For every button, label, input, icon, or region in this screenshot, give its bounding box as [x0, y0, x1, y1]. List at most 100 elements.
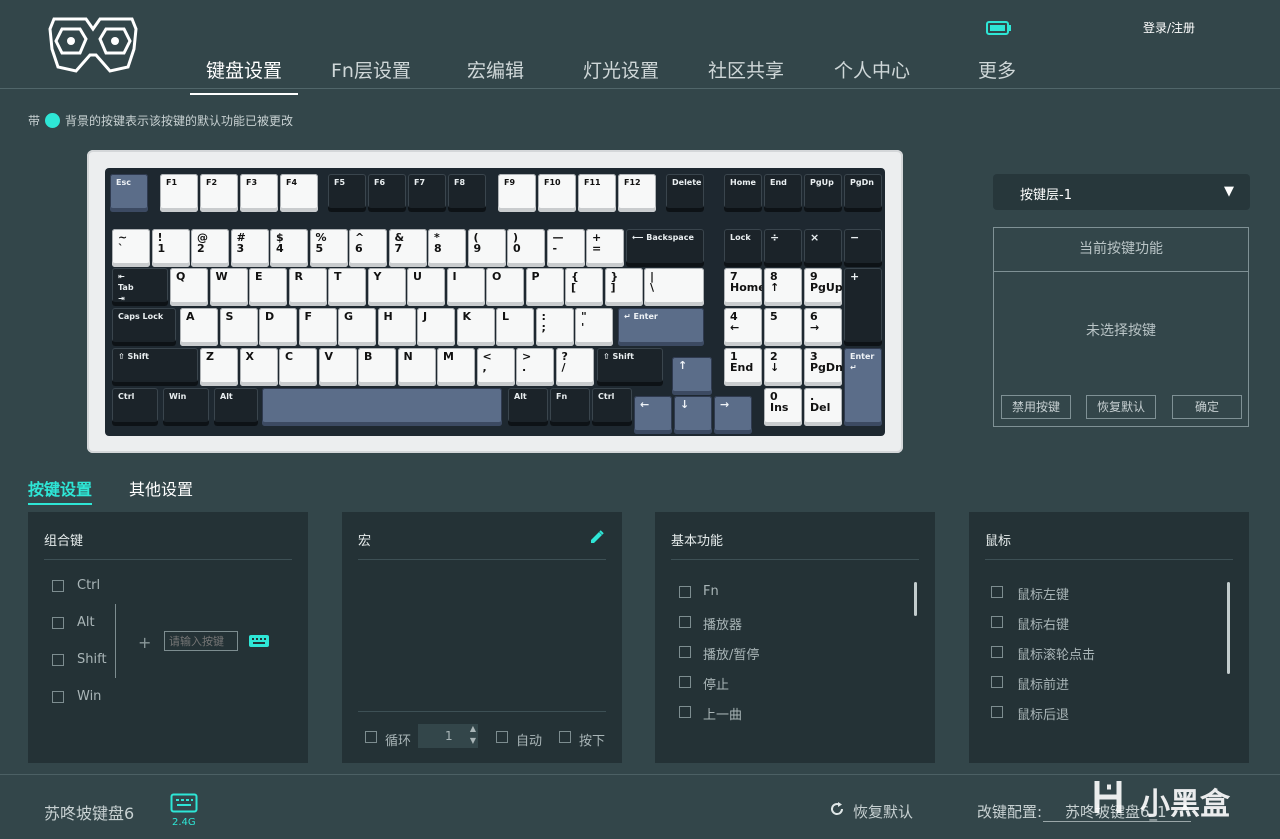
key-a-1[interactable]: A	[180, 308, 218, 346]
key-f5[interactable]: F5	[328, 174, 366, 212]
key-a-8[interactable]: K	[456, 308, 495, 346]
restore-default-link[interactable]: 恢复默认	[853, 801, 913, 822]
key-f3[interactable]: F3	[240, 174, 278, 212]
key-capslock[interactable]: Caps Lock	[112, 308, 176, 346]
stepper-down-icon[interactable]: ▼	[470, 736, 476, 745]
key-np6[interactable]: 6 →	[804, 308, 842, 346]
mouse-left-checkbox[interactable]	[991, 586, 1003, 598]
key-home[interactable]: Home	[724, 174, 762, 212]
key-right[interactable]: →	[714, 396, 752, 434]
refresh-icon[interactable]	[830, 802, 844, 816]
key-q-6[interactable]: Y	[367, 268, 406, 306]
key-q-11[interactable]: { [	[565, 268, 603, 306]
key-lctrl[interactable]: Ctrl	[112, 388, 158, 426]
key-num-1[interactable]: ! 1	[151, 229, 190, 267]
key-np2[interactable]: 2 ↓	[764, 348, 802, 386]
key-numlock[interactable]: Lock	[724, 229, 762, 267]
stop-checkbox[interactable]	[679, 676, 691, 688]
key-f6[interactable]: F6	[368, 174, 406, 212]
mouse-wheel-checkbox[interactable]	[991, 646, 1003, 658]
key-np-dot[interactable]: . Del	[804, 388, 842, 426]
stepper-up-icon[interactable]: ▲	[470, 724, 476, 733]
key-num-4[interactable]: $ 4	[270, 229, 308, 267]
key-np3[interactable]: 3 PgDn	[804, 348, 842, 386]
key-a-4[interactable]: F	[298, 308, 337, 346]
disable-key-button[interactable]: 禁用按键	[1001, 395, 1071, 419]
key-a-9[interactable]: L	[496, 308, 534, 346]
key-q-12[interactable]: } ]	[604, 268, 643, 306]
key-q-8[interactable]: I	[446, 268, 485, 306]
key-num-8[interactable]: * 8	[428, 229, 466, 267]
key-ralt[interactable]: Alt	[508, 388, 548, 426]
key-backslash[interactable]: | \	[644, 268, 704, 306]
press-checkbox[interactable]	[559, 731, 571, 743]
key-f11[interactable]: F11	[578, 174, 616, 212]
key-q-3[interactable]: E	[249, 268, 287, 306]
shift-checkbox[interactable]	[52, 654, 64, 666]
play-pause-checkbox[interactable]	[679, 646, 691, 658]
key-pgup[interactable]: PgUp	[804, 174, 842, 212]
mouse-back-checkbox[interactable]	[991, 706, 1003, 718]
key-plus[interactable]: +	[844, 268, 882, 346]
key-np9[interactable]: 9 PgUp	[804, 268, 842, 306]
key-num-5[interactable]: % 5	[309, 229, 348, 267]
key-a-10[interactable]: : ;	[535, 308, 574, 346]
key-down[interactable]: ↓	[674, 396, 712, 434]
key-rctrl[interactable]: Ctrl	[592, 388, 632, 426]
key-num-11[interactable]: — -	[546, 229, 585, 267]
key-num-6[interactable]: ^ 6	[349, 229, 387, 267]
key-esc[interactable]: Esc	[110, 174, 148, 212]
key-z-3[interactable]: C	[279, 348, 317, 386]
key-np-enter[interactable]: Enter ↵	[844, 348, 882, 426]
key-f1[interactable]: F1	[160, 174, 198, 212]
key-q-1[interactable]: Q	[170, 268, 208, 306]
wireless-keyboard-icon[interactable]	[170, 793, 198, 813]
key-z-7[interactable]: M	[437, 348, 475, 386]
key-np8[interactable]: 8 ↑	[764, 268, 802, 306]
loop-count-stepper[interactable]: 1 ▲ ▼	[418, 724, 478, 748]
keyboard-icon[interactable]	[248, 634, 270, 648]
key-np1[interactable]: 1 End	[724, 348, 762, 386]
key-np0[interactable]: 0 Ins	[764, 388, 802, 426]
key-f7[interactable]: F7	[408, 174, 446, 212]
key-a-2[interactable]: S	[219, 308, 258, 346]
key-z-8[interactable]: < ,	[476, 348, 515, 386]
key-end[interactable]: End	[764, 174, 802, 212]
key-pgdn[interactable]: PgDn	[844, 174, 882, 212]
layer-select[interactable]: 按键层-1 ▼	[993, 174, 1250, 210]
pencil-icon[interactable]	[590, 530, 604, 544]
key-f10[interactable]: F10	[538, 174, 576, 212]
key-left[interactable]: ←	[634, 396, 672, 434]
key-z-1[interactable]: Z	[200, 348, 238, 386]
key-z-4[interactable]: V	[318, 348, 357, 386]
tab-keyboard-settings[interactable]: 键盘设置	[189, 56, 299, 95]
fn-checkbox[interactable]	[679, 586, 691, 598]
subtab-key-settings[interactable]: 按键设置	[28, 476, 93, 505]
key-num-3[interactable]: # 3	[230, 229, 269, 267]
loop-checkbox[interactable]	[365, 731, 377, 743]
tab-more[interactable]: 更多	[978, 56, 1016, 83]
tab-fn-layer[interactable]: Fn层设置	[331, 56, 411, 83]
confirm-button[interactable]: 确定	[1172, 395, 1242, 419]
key-enter[interactable]: ↵ Enter	[618, 308, 704, 346]
key-num-7[interactable]: & 7	[388, 229, 427, 267]
key-win[interactable]: Win	[163, 388, 209, 426]
key-divide[interactable]: ÷	[764, 229, 802, 267]
key-num-2[interactable]: @ 2	[191, 229, 229, 267]
key-f4[interactable]: F4	[280, 174, 318, 212]
key-q-7[interactable]: U	[407, 268, 445, 306]
tab-personal[interactable]: 个人中心	[834, 56, 910, 83]
key-lshift[interactable]: ⇧ Shift	[112, 348, 198, 386]
tab-lighting[interactable]: 灯光设置	[583, 56, 659, 83]
key-f12[interactable]: F12	[618, 174, 656, 212]
key-num-12[interactable]: + =	[586, 229, 624, 267]
win-checkbox[interactable]	[52, 691, 64, 703]
key-delete[interactable]: Delete	[666, 174, 704, 212]
key-q-5[interactable]: T	[328, 268, 366, 306]
tab-community[interactable]: 社区共享	[708, 56, 784, 83]
key-a-3[interactable]: D	[259, 308, 297, 346]
key-f8[interactable]: F8	[448, 174, 486, 212]
subtab-other-settings[interactable]: 其他设置	[129, 476, 193, 500]
key-num-0[interactable]: ~ `	[112, 229, 150, 267]
key-a-5[interactable]: G	[338, 308, 376, 346]
